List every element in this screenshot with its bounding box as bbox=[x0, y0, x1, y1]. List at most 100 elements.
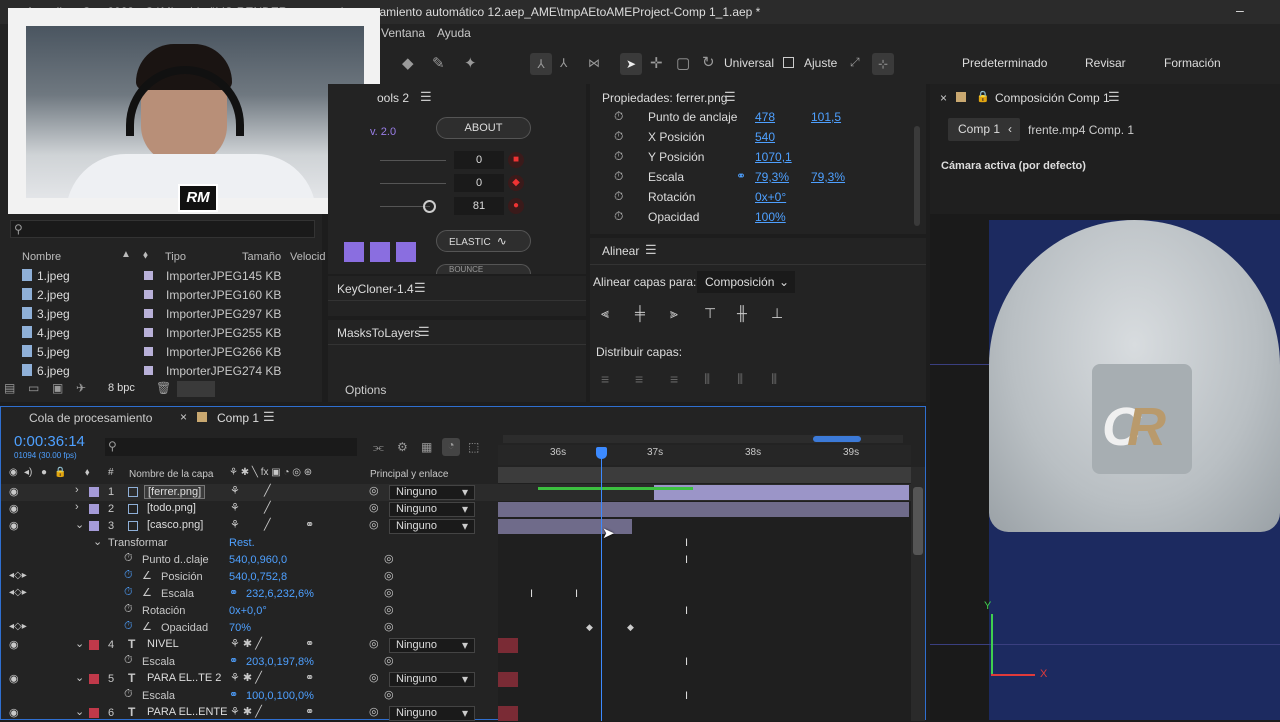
align-to-dropdown[interactable]: Composición ⌄ bbox=[697, 271, 795, 293]
workspace-formacion[interactable]: Formación bbox=[1164, 56, 1221, 70]
pickwhip-icon[interactable]: ◎ bbox=[384, 603, 394, 616]
viewer-canvas[interactable]: CR Y X bbox=[930, 214, 1280, 720]
close-icon[interactable]: × bbox=[180, 410, 187, 424]
property-value-1[interactable]: 79,3% bbox=[755, 170, 789, 184]
trash-icon[interactable]: 🗑 bbox=[156, 381, 171, 395]
pickwhip-icon[interactable]: ◎ bbox=[369, 484, 379, 497]
layer-row[interactable]: ◉ ⌄ 3 [casco.png] ⚘ ╱ ⚭ ◎ Ninguno bbox=[1, 518, 911, 535]
panel-menu-icon[interactable]: ☰ bbox=[414, 280, 426, 296]
slider-handle[interactable] bbox=[423, 200, 436, 213]
label-color-swatch[interactable] bbox=[144, 366, 153, 375]
menu-ventana[interactable]: Ventana bbox=[381, 26, 425, 40]
motion-blur-switch-icon[interactable]: ⚭ bbox=[305, 518, 314, 531]
property-row[interactable]: ⏱ Escala ⚭ 100,0,100,0% ◎ bbox=[1, 688, 498, 705]
property-value-1[interactable]: 0x+0° bbox=[755, 190, 786, 204]
eye-icon[interactable]: ◉ bbox=[9, 502, 19, 515]
list-item[interactable]: 3.jpeg ImporterJPEG 297 KB bbox=[0, 304, 322, 323]
stopwatch-icon[interactable]: ⏱ bbox=[614, 129, 623, 144]
label-color-swatch[interactable] bbox=[144, 309, 153, 318]
value-box-2[interactable]: 0 bbox=[454, 174, 504, 192]
col-tipo[interactable]: Tipo bbox=[165, 251, 186, 263]
pickwhip-icon[interactable]: ◎ bbox=[369, 518, 379, 531]
motion-blur-switch-icon[interactable]: ⚭ bbox=[305, 671, 314, 684]
property-value[interactable]: 100,0,100,0% bbox=[246, 690, 314, 702]
layer-label-color[interactable] bbox=[89, 504, 99, 514]
graph-icon[interactable]: ∠ bbox=[142, 586, 152, 599]
stopwatch-icon[interactable]: ⏱ bbox=[614, 189, 623, 204]
layer-bar[interactable] bbox=[498, 706, 518, 721]
link-icon[interactable]: ⚭ bbox=[229, 586, 238, 599]
stopwatch-icon[interactable]: ⏱ bbox=[124, 552, 133, 565]
property-value[interactable]: 203,0,197,8% bbox=[246, 656, 314, 668]
keyframe[interactable]: I bbox=[685, 690, 688, 702]
motion-blur-icon[interactable]: ◔ bbox=[442, 438, 460, 456]
keyframe[interactable]: ◆ bbox=[586, 622, 593, 633]
axis-world-icon[interactable]: ⅄ bbox=[560, 56, 567, 70]
stopwatch-icon[interactable]: ⏱ bbox=[124, 688, 133, 701]
col-parent[interactable]: Principal y enlace bbox=[370, 469, 448, 480]
close-icon[interactable]: × bbox=[940, 91, 947, 105]
pickwhip-icon[interactable]: ◎ bbox=[369, 705, 379, 718]
parent-dropdown[interactable]: Ninguno bbox=[389, 485, 475, 500]
layer-label-color[interactable] bbox=[89, 640, 99, 650]
property-value-1[interactable]: 478 bbox=[755, 110, 775, 124]
tab-comp1[interactable]: Comp 1 bbox=[217, 411, 259, 425]
new-folder-icon[interactable]: ▭ bbox=[28, 381, 39, 395]
snap-checkbox[interactable] bbox=[783, 57, 794, 68]
move-tool-icon[interactable]: ✛ bbox=[650, 54, 663, 72]
shy-switch-icon[interactable]: ⚘ bbox=[230, 501, 240, 514]
keyframe-nav-icon[interactable]: ◂◇▸ bbox=[9, 570, 27, 581]
property-row[interactable]: ◂◇▸ ⏱ ∠ Opacidad 70% ◎ bbox=[1, 620, 498, 637]
layer-row[interactable]: ◉ ⌄ 5 T PARA EL..TE 2 ⚘ ✱ ╱ ⚭ ◎ Ninguno bbox=[1, 671, 911, 688]
shy-switch-icon[interactable]: ⚘ ✱ ╱ bbox=[230, 705, 262, 718]
tag-icon[interactable]: ⬧ bbox=[143, 249, 148, 262]
about-button[interactable]: ABOUT bbox=[436, 117, 531, 139]
expand-arrow-icon[interactable]: › bbox=[75, 484, 79, 496]
new-composition-icon[interactable]: ▣ bbox=[52, 381, 63, 395]
stopwatch-icon[interactable]: ⏱ bbox=[614, 109, 623, 124]
transform-group-row[interactable]: ⌄ Transformar Rest. bbox=[1, 535, 498, 552]
stop-icon[interactable]: ■ bbox=[508, 152, 524, 168]
property-row[interactable]: ⏱ Escala ⚭ 203,0,197,8% ◎ bbox=[1, 654, 498, 671]
layer-name[interactable]: [casco.png] bbox=[147, 519, 203, 531]
parent-dropdown[interactable]: Ninguno bbox=[389, 638, 475, 653]
layer-name[interactable]: PARA EL..ENTE bbox=[147, 706, 228, 718]
label-color-swatch[interactable] bbox=[144, 328, 153, 337]
parent-dropdown[interactable]: Ninguno bbox=[389, 672, 475, 687]
label-color-swatch[interactable] bbox=[144, 271, 153, 280]
layer-row[interactable]: ◉ › 2 [todo.png] ⚘ ╱ ◎ Ninguno bbox=[1, 501, 911, 518]
stopwatch-icon[interactable]: ⏱ bbox=[124, 603, 133, 616]
snap-option-icon[interactable]: ⤢ bbox=[850, 55, 860, 70]
shy-switch-icon[interactable]: ⚘ ✱ ╱ bbox=[230, 637, 262, 650]
stopwatch-icon[interactable]: ⏱ bbox=[614, 209, 623, 224]
layer-label-color[interactable] bbox=[89, 708, 99, 718]
graph-editor-icon[interactable]: ⬚ bbox=[468, 440, 479, 454]
timeline-search[interactable]: ⚲ bbox=[105, 438, 357, 456]
property-row[interactable]: ◂◇▸ ⏱ ∠ Escala ⚭ 232,6,232,6% ◎ bbox=[1, 586, 498, 603]
rotate-tool-icon[interactable]: ↻ bbox=[702, 53, 715, 71]
quality-switch-icon[interactable]: ╱ bbox=[264, 518, 271, 531]
list-item[interactable]: 2.jpeg ImporterJPEG 160 KB bbox=[0, 285, 322, 304]
parent-dropdown[interactable]: Ninguno bbox=[389, 519, 475, 534]
workspace-revisar[interactable]: Revisar bbox=[1085, 56, 1126, 70]
value-box-3[interactable]: 81 bbox=[454, 197, 504, 215]
expand-arrow-icon[interactable]: › bbox=[75, 501, 79, 513]
preset-button-3[interactable] bbox=[396, 242, 416, 262]
comp-tab[interactable]: Comp 1 ‹ bbox=[948, 118, 1020, 141]
minimize-icon[interactable]: – bbox=[1236, 2, 1244, 18]
property-row[interactable]: ◂◇▸ ⏱ ∠ Posición 540,0,752,8 ◎ bbox=[1, 569, 498, 586]
align-right-icon[interactable]: ⫸ bbox=[670, 305, 678, 322]
label-tag-icon[interactable]: ⬧ bbox=[85, 467, 90, 478]
property-value-1[interactable]: 100% bbox=[755, 210, 786, 224]
puppet-pin-icon[interactable]: ✦ bbox=[464, 54, 477, 72]
value-box-1[interactable]: 0 bbox=[454, 151, 504, 169]
distribute-top-icon[interactable]: ≡ bbox=[601, 371, 609, 387]
motion-blur-switch-icon[interactable]: ⚭ bbox=[305, 705, 314, 718]
breadcrumb[interactable]: frente.mp4 Comp. 1 bbox=[1028, 123, 1134, 137]
panel-menu-icon[interactable]: ☰ bbox=[1108, 89, 1120, 105]
align-bottom-icon[interactable]: ⊥ bbox=[771, 305, 783, 322]
distribute-h-center-icon[interactable]: ⦀ bbox=[737, 371, 743, 388]
tab-render-queue[interactable]: Cola de procesamiento bbox=[29, 411, 152, 425]
audio-icon[interactable]: ◂) bbox=[24, 467, 32, 478]
composition-mini-flowchart-icon[interactable]: ⫘ bbox=[373, 440, 384, 455]
